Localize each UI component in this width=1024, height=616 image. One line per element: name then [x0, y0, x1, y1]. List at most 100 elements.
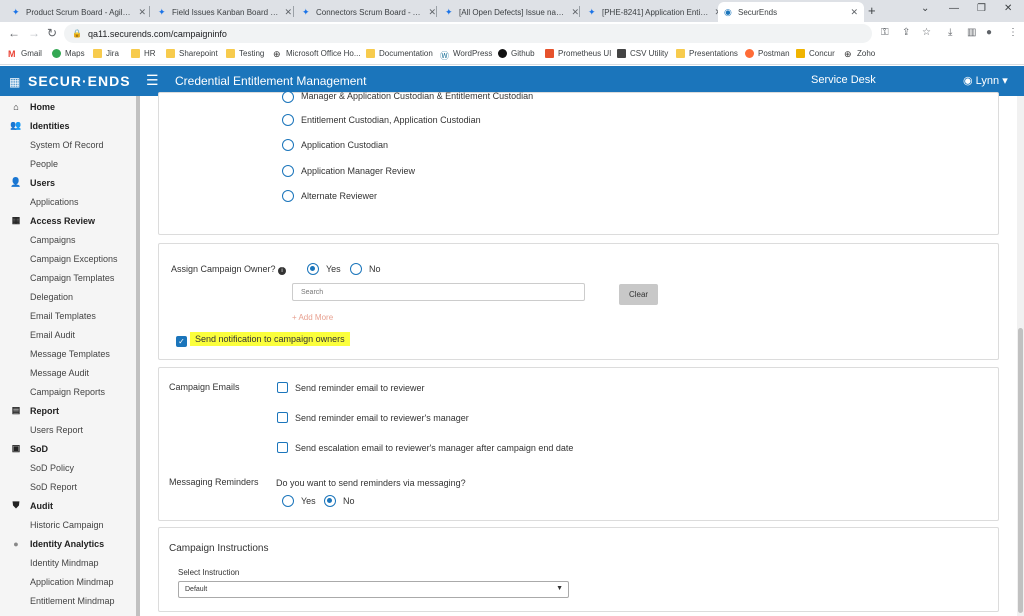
sidebar-item-application-mindmap[interactable]: Application Mindmap: [30, 572, 114, 591]
bookmark[interactable]: Prometheus UI: [545, 49, 611, 58]
browser-tab[interactable]: ✦ Field Issues Kanban Board - Agile... ✕: [152, 2, 298, 22]
sidebar-item-delegation[interactable]: Delegation: [30, 287, 73, 306]
reminder-manager-checkbox[interactable]: [277, 412, 288, 423]
escalation-email-label: Send escalation email to reviewer's mana…: [295, 443, 574, 453]
sidebar-item-campaign-templates[interactable]: Campaign Templates: [30, 268, 114, 287]
owner-search-input[interactable]: Search: [292, 283, 585, 301]
reviewer-option-radio[interactable]: [282, 190, 294, 202]
instruction-select[interactable]: Default ▼: [178, 581, 569, 598]
sidebar-scrollbar[interactable]: [136, 96, 140, 616]
reviewer-option-radio[interactable]: [282, 91, 294, 103]
reviewer-option-radio[interactable]: [282, 139, 294, 151]
profile-icon[interactable]: ●: [986, 27, 992, 38]
browser-tab-active[interactable]: ◉ SecurEnds ✕: [718, 2, 864, 22]
globe-icon: ⊕: [273, 49, 281, 59]
reload-icon[interactable]: ↻: [47, 26, 57, 40]
service-desk-link[interactable]: Service Desk: [811, 74, 876, 86]
sidebar-item-people[interactable]: People: [30, 154, 58, 173]
clear-button[interactable]: Clear: [619, 284, 658, 305]
sidebar-section-access-review[interactable]: ▦ Access Review: [0, 211, 136, 230]
bookmark[interactable]: Documentation: [366, 49, 433, 58]
sidebar-item-campaigns[interactable]: Campaigns: [30, 230, 76, 249]
sidebar-item-system-of-record[interactable]: System Of Record: [30, 135, 104, 154]
bookmark[interactable]: Maps: [52, 49, 85, 58]
sidebar-item-message-audit[interactable]: Message Audit: [30, 363, 89, 382]
escalation-email-checkbox[interactable]: [277, 442, 288, 453]
chevron-down-icon[interactable]: ⌄: [921, 3, 929, 14]
menu-dots-icon[interactable]: ⋮: [1008, 27, 1018, 38]
sidebar-item-users-report[interactable]: Users Report: [30, 420, 83, 439]
bookmark[interactable]: M Gmail: [8, 49, 42, 59]
bookmark[interactable]: Github: [498, 49, 535, 58]
restore-icon[interactable]: ❐: [977, 3, 986, 14]
browser-tab[interactable]: ✦ Product Scrum Board - Agile Bo... ✕: [6, 2, 152, 22]
key-icon[interactable]: ⚿: [881, 27, 889, 38]
check-icon: ✓: [178, 337, 185, 346]
sidebar-item-applications[interactable]: Applications: [30, 192, 79, 211]
bookmark[interactable]: Testing: [226, 49, 264, 58]
sidebar-item-email-audit[interactable]: Email Audit: [30, 325, 75, 344]
bookmark[interactable]: Ⓦ WordPress: [440, 49, 492, 61]
close-icon[interactable]: ✕: [850, 7, 858, 18]
sidebar-item-message-templates[interactable]: Message Templates: [30, 344, 110, 363]
reminder-reviewer-checkbox[interactable]: [277, 382, 288, 393]
add-more-link[interactable]: + Add More: [292, 313, 333, 322]
bookmark[interactable]: ⊕ Zoho: [844, 49, 875, 59]
sidebar-section-identities[interactable]: 👥 Identities: [0, 116, 136, 135]
close-icon[interactable]: ✕: [428, 7, 436, 18]
browser-tab[interactable]: ✦ [All Open Defects] Issue navigat... ✕: [439, 2, 585, 22]
share-icon[interactable]: ⇪: [902, 27, 910, 38]
sidebar-section-home[interactable]: ⌂ Home: [0, 97, 136, 116]
sidebar-section-sod[interactable]: ▣ SoD: [0, 439, 136, 458]
sidebar-item-campaign-exceptions[interactable]: Campaign Exceptions: [30, 249, 118, 268]
url-field[interactable]: 🔒 qa11.securends.com/campaigninfo: [64, 24, 872, 43]
messaging-no-radio[interactable]: [324, 495, 336, 507]
sidebar-item-historic-campaign[interactable]: Historic Campaign: [30, 515, 104, 534]
owner-no-radio[interactable]: [350, 263, 362, 275]
sidebar-section-audit[interactable]: ⛊ Audit: [0, 496, 136, 515]
minimize-icon[interactable]: —: [949, 3, 959, 14]
sidebar-section-users[interactable]: 👤 Users: [0, 173, 136, 192]
bookmark[interactable]: Concur: [796, 49, 835, 58]
star-icon[interactable]: ☆: [922, 27, 931, 38]
sidebar-section-report[interactable]: ▤ Report: [0, 401, 136, 420]
browser-tab[interactable]: ✦ Connectors Scrum Board - Agile... ✕: [296, 2, 442, 22]
sidebar-section-identity-analytics[interactable]: ● Identity Analytics: [0, 534, 136, 553]
sidebar-item-sod-report[interactable]: SoD Report: [30, 477, 77, 496]
forward-icon[interactable]: →: [28, 26, 40, 40]
close-icon[interactable]: ✕: [138, 7, 146, 18]
scrollbar-thumb[interactable]: [1018, 328, 1023, 613]
hamburger-menu-icon[interactable]: ☰: [146, 72, 159, 89]
notify-owners-checkbox[interactable]: ✓: [176, 336, 187, 347]
bookmark[interactable]: ⊕ Microsoft Office Ho...: [273, 49, 361, 59]
apps-grid-icon[interactable]: ▦: [9, 75, 20, 89]
reviewer-option-radio[interactable]: [282, 114, 294, 126]
user-menu[interactable]: ◉ Lynn ▾: [963, 74, 1008, 87]
bookmark[interactable]: Sharepoint: [166, 49, 218, 58]
bookmark[interactable]: Presentations: [676, 49, 738, 58]
download-icon[interactable]: ⤓: [948, 27, 952, 38]
reviewer-option-radio[interactable]: [282, 165, 294, 177]
bookmark[interactable]: Jira: [93, 49, 119, 58]
close-icon[interactable]: ✕: [284, 7, 292, 18]
close-icon[interactable]: ✕: [571, 7, 579, 18]
sidebar-item-entitlement-mindmap[interactable]: Entitlement Mindmap: [30, 591, 115, 610]
owner-yes-radio[interactable]: [307, 263, 319, 275]
bookmark[interactable]: Postman: [745, 49, 790, 58]
jira-icon: ✦: [445, 6, 453, 17]
close-window-icon[interactable]: ✕: [1004, 3, 1012, 14]
bookmark[interactable]: HR: [131, 49, 156, 58]
info-icon[interactable]: i: [278, 267, 287, 275]
back-icon[interactable]: ←: [8, 26, 20, 40]
folder-icon: [676, 49, 685, 58]
main-scrollbar[interactable]: [1017, 96, 1024, 616]
side-panel-icon[interactable]: ▥: [967, 27, 976, 38]
new-tab-icon[interactable]: +: [868, 3, 876, 18]
bookmark[interactable]: CSV Utility: [617, 49, 668, 58]
browser-tab[interactable]: ✦ [PHE-8241] Application Entitlem... ✕: [582, 2, 728, 22]
sidebar-item-email-templates[interactable]: Email Templates: [30, 306, 96, 325]
messaging-yes-radio[interactable]: [282, 495, 294, 507]
sidebar-item-campaign-reports[interactable]: Campaign Reports: [30, 382, 105, 401]
sidebar-item-sod-policy[interactable]: SoD Policy: [30, 458, 74, 477]
sidebar-item-identity-mindmap[interactable]: Identity Mindmap: [30, 553, 99, 572]
